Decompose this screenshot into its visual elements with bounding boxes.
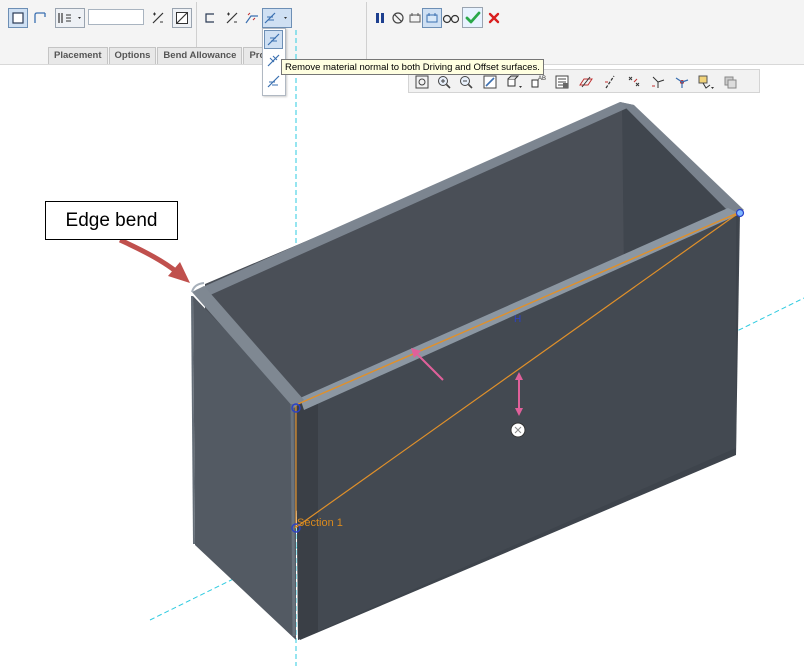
axis-display-button[interactable] [599, 71, 621, 92]
plane-display-icon [579, 76, 593, 87]
graphics-window[interactable] [0, 0, 804, 666]
csys-display-icon [652, 76, 665, 88]
csys-display-button[interactable] [647, 71, 669, 92]
saved-orientations-icon: AB [531, 76, 546, 87]
axis-display-icon [605, 75, 615, 88]
spin-center-button[interactable] [671, 71, 693, 92]
tooltip: Remove material normal to both Driving a… [281, 59, 544, 75]
point-display-icon [628, 76, 640, 86]
front-vertical-bend [290, 403, 296, 637]
point-display-button[interactable] [623, 71, 645, 92]
appearance-button[interactable] [719, 71, 741, 92]
appearance-icon [724, 76, 737, 88]
display-style-icon [507, 75, 522, 88]
plane-display-button[interactable] [575, 71, 597, 92]
repaint-icon [483, 75, 497, 88]
spin-center-icon [675, 77, 689, 88]
annotation-display-button[interactable] [695, 71, 717, 92]
sketch-point-end[interactable] [735, 208, 745, 218]
refit-icon [415, 75, 429, 88]
section-label[interactable]: Section 1 [297, 517, 343, 529]
zoom-out-icon [460, 75, 473, 89]
view-manager-button[interactable] [551, 71, 573, 92]
annotation-display-icon [698, 75, 714, 89]
zoom-in-icon [438, 75, 451, 89]
callout-arrow [118, 237, 180, 275]
svg-text:AB: AB [538, 76, 546, 82]
view-manager-icon [555, 75, 569, 88]
dimension-label[interactable]: H [514, 314, 521, 325]
edge-bend-callout: Edge bend [45, 201, 178, 240]
